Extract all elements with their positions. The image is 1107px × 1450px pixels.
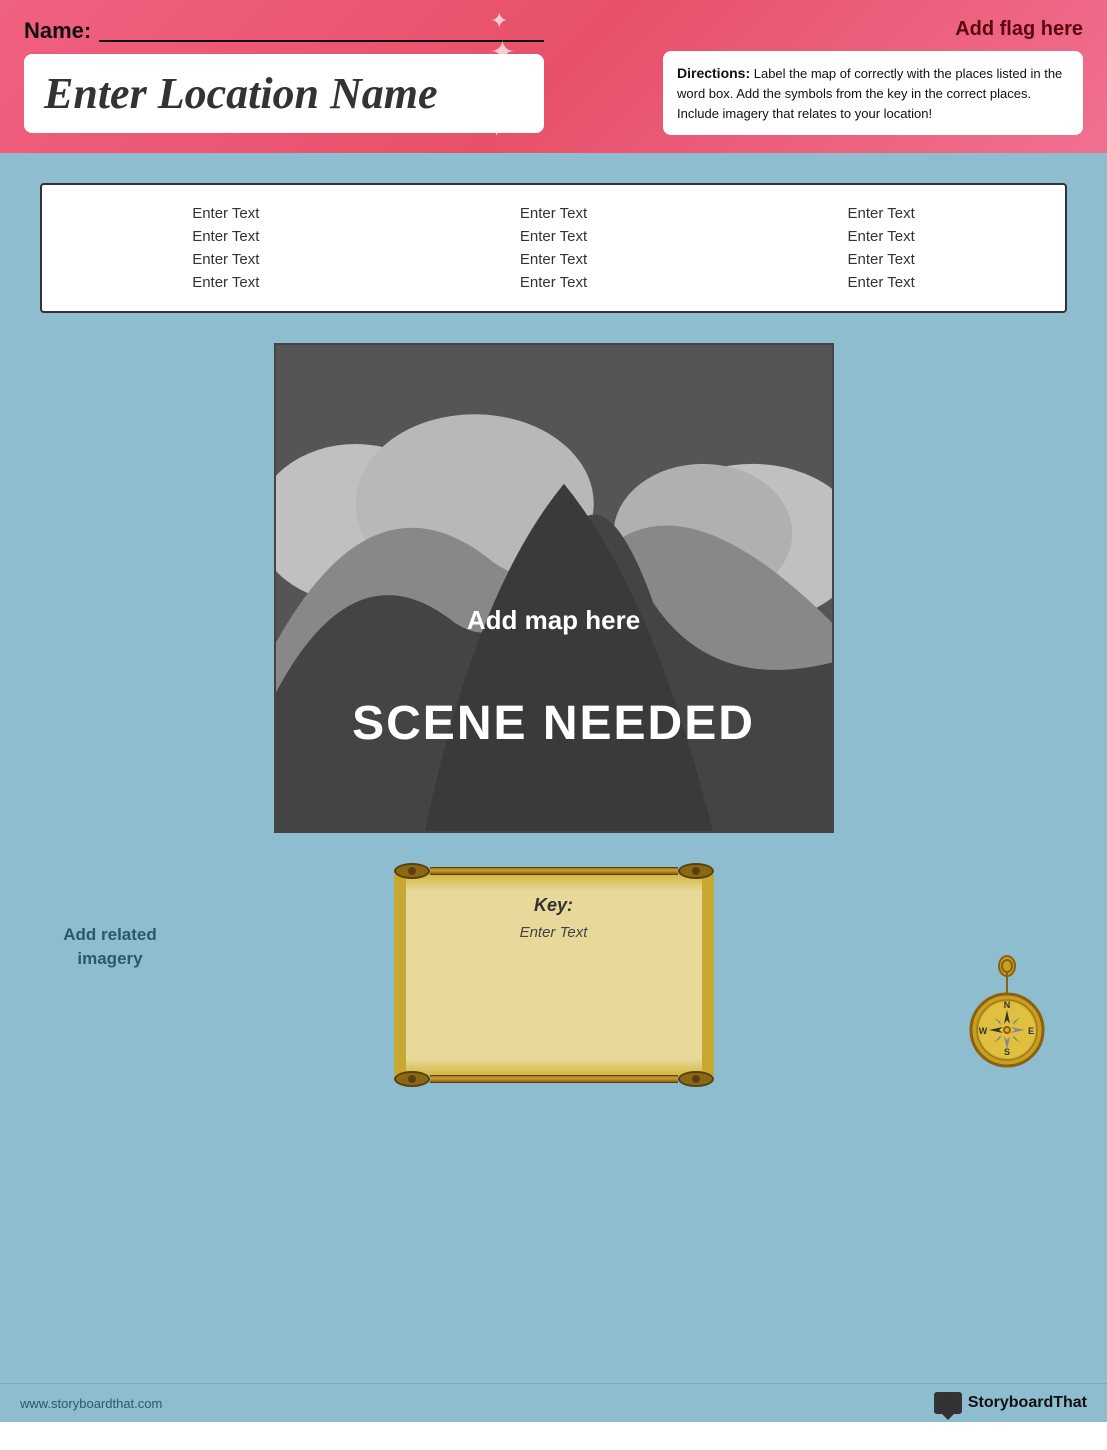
flag-area: Add flag here: [955, 18, 1083, 41]
word-item-2-3[interactable]: Enter Text: [727, 274, 1035, 291]
star-5: ✦: [490, 124, 515, 140]
key-text[interactable]: Enter Text: [426, 924, 682, 941]
rod-line-bottom: [430, 1075, 678, 1083]
word-item-1-3[interactable]: Enter Text: [400, 274, 708, 291]
svg-text:W: W: [979, 1026, 988, 1036]
name-row: Name:: [24, 18, 544, 44]
location-name-box[interactable]: Enter Location Name: [24, 54, 544, 133]
map-text-area: Add map here SCENE NEEDED: [276, 605, 832, 751]
word-item-1-0[interactable]: Enter Text: [400, 205, 708, 222]
sbt-icon: [934, 1392, 962, 1414]
footer-url: www.storyboardthat.com: [20, 1396, 162, 1411]
storyboardthat-logo: StoryboardThat: [934, 1392, 1087, 1414]
scroll-top-rod: [394, 863, 714, 879]
word-item-1-2[interactable]: Enter Text: [400, 251, 708, 268]
add-map-label: Add map here: [276, 605, 832, 636]
star-2: ✦: [490, 38, 515, 68]
stars-decoration: ✦ ✦ ✦ ✦ ✦: [490, 10, 515, 140]
rod-knob-bottom-right: [678, 1071, 714, 1087]
word-item-0-0[interactable]: Enter Text: [72, 205, 380, 222]
word-item-0-1[interactable]: Enter Text: [72, 228, 380, 245]
main-content: Enter Text Enter Text Enter Text Enter T…: [0, 153, 1107, 1383]
word-item-0-3[interactable]: Enter Text: [72, 274, 380, 291]
scene-needed-label: SCENE NEEDED: [276, 696, 832, 751]
word-item-2-1[interactable]: Enter Text: [727, 228, 1035, 245]
word-item-0-2[interactable]: Enter Text: [72, 251, 380, 268]
sbt-brand: StoryboardThat: [968, 1394, 1087, 1412]
scroll-body: Key: Enter Text: [394, 875, 714, 1075]
word-item-1-1[interactable]: Enter Text: [400, 228, 708, 245]
star-3: ✦: [490, 74, 515, 90]
bottom-section: Add related imagery Key: Enter Text: [40, 863, 1067, 1087]
header: Name: Enter Location Name ✦ ✦ ✦ ✦ ✦ Add …: [0, 0, 1107, 153]
scroll-bottom-rod: [394, 1071, 714, 1087]
star-4: ✦: [490, 96, 515, 118]
header-left: Name: Enter Location Name: [24, 18, 544, 133]
rod-line-top: [430, 867, 678, 875]
star-1: ✦: [490, 10, 515, 32]
location-name: Enter Location Name: [44, 69, 438, 118]
word-item-2-2[interactable]: Enter Text: [727, 251, 1035, 268]
directions-box: Directions: Label the map of correctly w…: [663, 51, 1083, 135]
name-underline: [99, 20, 544, 42]
add-imagery-label: Add related imagery: [40, 923, 180, 971]
flag-label: Add flag here: [955, 18, 1083, 40]
rod-knob-top-right: [678, 863, 714, 879]
word-item-2-0[interactable]: Enter Text: [727, 205, 1035, 222]
rod-knob-top-left: [394, 863, 430, 879]
svg-text:N: N: [1004, 1000, 1011, 1010]
compass-icon: N S E W: [957, 952, 1057, 1072]
svg-text:E: E: [1028, 1026, 1034, 1036]
directions-title: Directions:: [677, 65, 750, 81]
word-box: Enter Text Enter Text Enter Text Enter T…: [40, 183, 1067, 313]
map-container[interactable]: Add map here SCENE NEEDED: [274, 343, 834, 833]
name-label: Name:: [24, 18, 91, 44]
key-title: Key:: [426, 895, 682, 916]
rod-knob-bottom-left: [394, 1071, 430, 1087]
scroll-wrapper: Key: Enter Text: [394, 863, 714, 1087]
compass-wrapper: N S E W: [957, 952, 1067, 1077]
footer: www.storyboardthat.com StoryboardThat: [0, 1383, 1107, 1422]
header-right: Add flag here Directions: Label the map …: [564, 18, 1083, 135]
